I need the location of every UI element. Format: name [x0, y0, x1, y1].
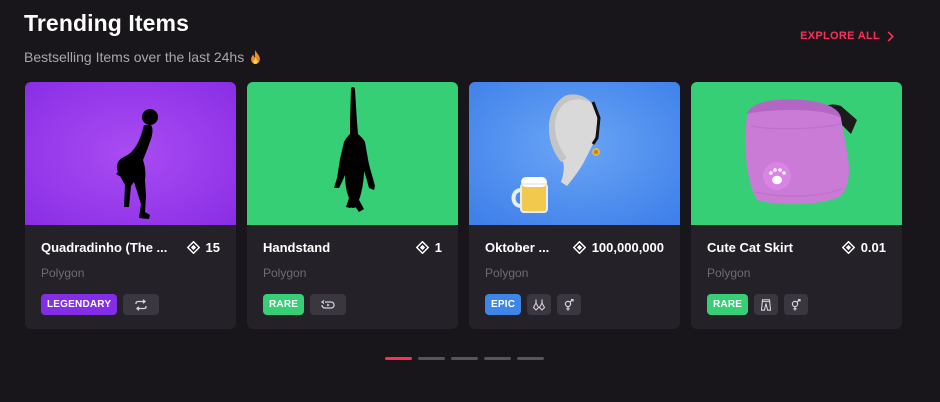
mana-icon	[186, 241, 200, 254]
section-title: Trending Items	[24, 10, 189, 36]
item-title-row: Quadradinho (The ... 15	[41, 240, 220, 255]
item-price-value: 0.01	[860, 240, 886, 255]
pants-icon	[761, 298, 772, 311]
item-name: Quadradinho (The ...	[41, 240, 168, 255]
emote-silhouette-image	[247, 82, 458, 225]
item-title-row: Handstand 1	[263, 240, 442, 255]
item-thumbnail	[247, 82, 458, 225]
pagination-dot-5[interactable]	[517, 357, 544, 360]
item-name: Handstand	[263, 240, 331, 255]
section-subtitle: Bestselling Items over the last 24hs	[24, 49, 245, 65]
item-price-value: 100,000,000	[591, 240, 664, 255]
loop-icon	[135, 298, 147, 311]
emote-type-chip	[123, 294, 160, 315]
item-thumbnail	[469, 82, 680, 225]
item-name: Oktober ...	[485, 240, 550, 255]
item-thumbnail	[691, 82, 902, 225]
item-card[interactable]: Cute Cat Skirt 0.01 Polygon RARE	[691, 82, 902, 329]
rarity-badge: EPIC	[485, 294, 522, 315]
item-network: Polygon	[41, 266, 85, 280]
gender-chip	[557, 294, 582, 315]
item-title-row: Cute Cat Skirt 0.01	[707, 240, 886, 255]
item-price: 1	[415, 240, 442, 255]
play-once-icon	[321, 299, 335, 309]
rarity-badge: LEGENDARY	[41, 294, 118, 315]
item-network: Polygon	[263, 266, 307, 280]
item-price: 100,000,000	[572, 240, 664, 255]
item-tags: EPIC	[485, 294, 582, 315]
explore-all-link[interactable]: EXPLORE ALL	[800, 30, 894, 42]
rarity-badge: RARE	[263, 294, 305, 315]
mana-icon	[572, 241, 586, 254]
item-price: 0.01	[841, 240, 886, 255]
earring-wearable-image	[469, 82, 680, 225]
item-network: Polygon	[707, 266, 751, 280]
pagination-dot-4[interactable]	[484, 357, 511, 360]
item-card[interactable]: Oktober ... 100,000,000 Polygon EPIC	[469, 82, 680, 329]
emote-type-chip	[310, 294, 347, 315]
pagination-dot-2[interactable]	[418, 357, 445, 360]
pagination-dot-3[interactable]	[451, 357, 478, 360]
section-subtitle-row: Bestselling Items over the last 24hs	[24, 49, 261, 65]
item-price: 15	[186, 240, 220, 255]
item-card[interactable]: Quadradinho (The ... 15 Polygon LEGENDAR…	[25, 82, 236, 329]
item-name: Cute Cat Skirt	[707, 240, 793, 255]
carousel-pagination	[385, 357, 544, 360]
emote-silhouette-image	[25, 82, 236, 225]
item-price-value: 15	[205, 240, 220, 255]
unisex-icon	[564, 298, 574, 310]
section-header: Trending Items Bestselling Items over th…	[24, 10, 261, 65]
gender-chip	[784, 294, 809, 315]
category-chip	[527, 294, 552, 315]
explore-all-label: EXPLORE ALL	[800, 30, 880, 42]
item-price-value: 1	[434, 240, 442, 255]
mana-icon	[841, 241, 855, 254]
category-chip	[754, 294, 779, 315]
rarity-badge: RARE	[707, 294, 749, 315]
fire-icon	[251, 50, 261, 64]
unisex-icon	[791, 298, 801, 310]
item-tags: RARE	[263, 294, 347, 315]
trending-items-list: Quadradinho (The ... 15 Polygon LEGENDAR…	[25, 82, 902, 329]
pagination-dot-1[interactable]	[385, 357, 412, 360]
item-title-row: Oktober ... 100,000,000	[485, 240, 664, 255]
item-card[interactable]: Handstand 1 Polygon RARE	[247, 82, 458, 329]
mana-icon	[415, 241, 429, 254]
item-tags: LEGENDARY	[41, 294, 160, 315]
item-thumbnail	[25, 82, 236, 225]
chevron-right-icon	[887, 30, 894, 42]
item-tags: RARE	[707, 294, 809, 315]
item-network: Polygon	[485, 266, 529, 280]
skirt-wearable-image	[691, 82, 902, 225]
earring-icon	[532, 299, 546, 311]
